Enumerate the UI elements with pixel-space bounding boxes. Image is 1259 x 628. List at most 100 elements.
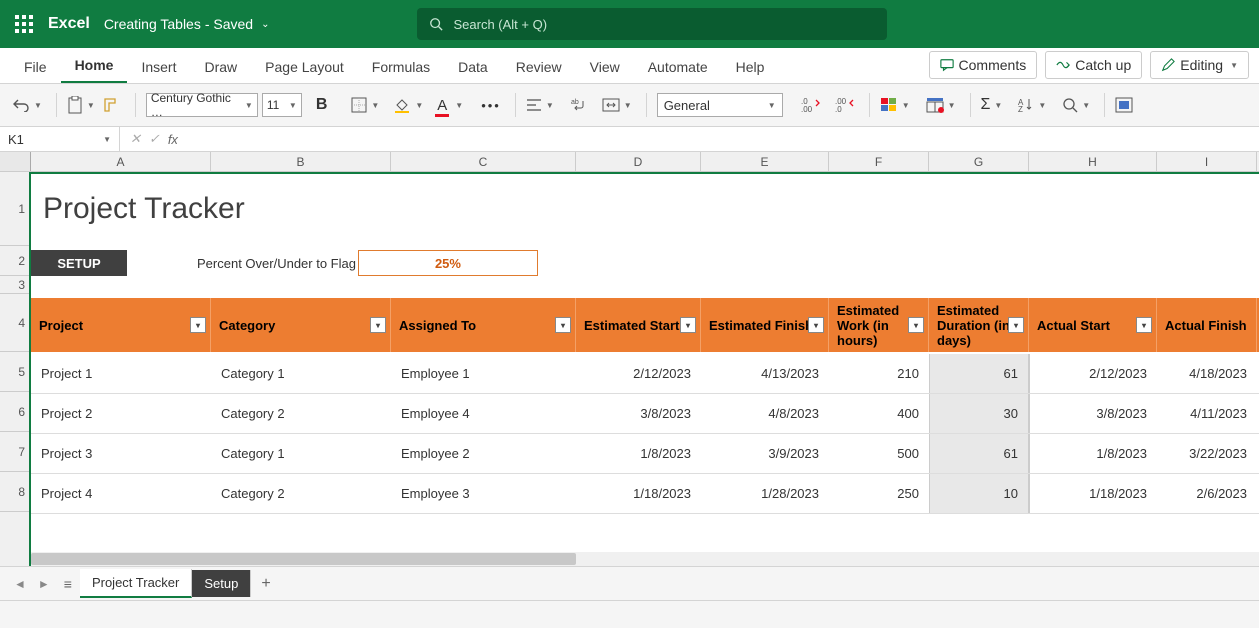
cell-est-duration[interactable]: 30 [929,394,1029,433]
filter-icon[interactable]: ▾ [908,317,924,333]
font-name-select[interactable]: Century Gothic …▼ [146,93,258,117]
col-header-g[interactable]: G [929,152,1029,171]
align-left-button[interactable]: ▼ [526,98,554,112]
tab-data[interactable]: Data [444,51,502,83]
cell-est-work[interactable]: 210 [829,354,929,393]
cell-act-start[interactable]: 1/18/2023 [1029,474,1157,513]
cell-est-duration[interactable]: 61 [929,434,1029,473]
cell-project[interactable]: Project 2 [31,394,211,433]
merge-button[interactable]: ▼ [602,98,632,112]
th-est-start[interactable]: Estimated Start▾ [576,298,701,352]
accept-formula-icon[interactable]: ✓ [149,131,160,147]
cell-assigned[interactable]: Employee 2 [391,434,576,473]
number-format-select[interactable]: General▼ [657,93,783,117]
col-header-d[interactable]: D [576,152,701,171]
more-font-button[interactable]: ••• [481,98,501,113]
row-header-7[interactable]: 7 [0,432,29,472]
all-sheets-icon[interactable]: ≡ [64,576,72,592]
prev-sheet-icon[interactable]: ◄ [8,573,32,595]
paste-button[interactable]: ▼ [67,96,95,114]
row-header-5[interactable]: 5 [0,352,29,392]
cell-act-finish[interactable]: 4/11/2023 [1157,394,1257,433]
th-assigned[interactable]: Assigned To▾ [391,298,576,352]
autosum-button[interactable]: Σ▼ [981,96,1003,114]
cell-project[interactable]: Project 4 [31,474,211,513]
fx-icon[interactable]: fx [168,132,178,147]
add-sheet-button[interactable]: + [251,571,280,597]
cell-act-finish[interactable]: 2/6/2023 [1157,474,1257,513]
row-header-2[interactable]: 2 [0,246,29,276]
th-est-work[interactable]: Estimated Work (in hours)▾ [829,298,929,352]
horizontal-scrollbar[interactable] [31,552,1259,566]
filter-icon[interactable]: ▾ [190,317,206,333]
cell-act-finish[interactable]: 4/18/2023 [1157,354,1257,393]
sheet-tab-setup[interactable]: Setup [192,570,251,597]
cell-est-finish[interactable]: 3/9/2023 [701,434,829,473]
borders-button[interactable]: ▼ [351,97,379,113]
cell-est-start[interactable]: 2/12/2023 [576,354,701,393]
search-box[interactable]: Search (Alt + Q) [417,8,887,40]
tab-draw[interactable]: Draw [190,51,251,83]
editing-mode-button[interactable]: Editing ▼ [1150,51,1249,79]
document-name[interactable]: Creating Tables [104,16,201,32]
col-header-e[interactable]: E [701,152,829,171]
cell-est-finish[interactable]: 1/28/2023 [701,474,829,513]
filter-icon[interactable]: ▾ [1136,317,1152,333]
setup-button[interactable]: SETUP [31,250,127,276]
cell-act-start[interactable]: 3/8/2023 [1029,394,1157,433]
col-header-i[interactable]: I [1157,152,1257,171]
cancel-formula-icon[interactable]: ✕ [130,131,141,147]
table-row[interactable]: Project 4Category 2Employee 31/18/20231/… [31,474,1259,514]
row-header-3[interactable]: 3 [0,276,29,294]
th-act-start[interactable]: Actual Start▾ [1029,298,1157,352]
th-act-finish[interactable]: Actual Finish [1157,298,1257,352]
cell-assigned[interactable]: Employee 3 [391,474,576,513]
font-size-select[interactable]: 11▼ [262,93,302,117]
addins-button[interactable] [1115,97,1133,113]
tab-view[interactable]: View [576,51,634,83]
col-header-f[interactable]: F [829,152,929,171]
app-launcher-icon[interactable] [0,0,48,48]
table-row[interactable]: Project 1Category 1Employee 12/12/20234/… [31,354,1259,394]
cell-assigned[interactable]: Employee 4 [391,394,576,433]
th-est-duration[interactable]: Estimated Duration (in days)▾ [929,298,1029,352]
cell-act-start[interactable]: 2/12/2023 [1029,354,1157,393]
increase-decimal-button[interactable]: .00.0 [835,97,855,113]
col-header-h[interactable]: H [1029,152,1157,171]
cell-act-start[interactable]: 1/8/2023 [1029,434,1157,473]
th-project[interactable]: Project▾ [31,298,211,352]
catch-up-button[interactable]: Catch up [1045,51,1142,79]
tab-help[interactable]: Help [722,51,779,83]
format-table-button[interactable]: ▼ [926,97,956,113]
cell-est-finish[interactable]: 4/13/2023 [701,354,829,393]
sort-filter-button[interactable]: AZ▼ [1018,97,1046,113]
cell-est-work[interactable]: 250 [829,474,929,513]
fill-color-button[interactable]: ▼ [393,97,423,113]
tab-automate[interactable]: Automate [634,51,722,83]
cell-category[interactable]: Category 1 [211,434,391,473]
wrap-text-button[interactable]: ab [570,97,586,113]
font-color-button[interactable]: A▼ [437,97,463,114]
decrease-decimal-button[interactable]: .0.00 [801,97,821,113]
sheet-title[interactable]: Project Tracker [31,174,1259,248]
format-painter-button[interactable] [103,97,121,113]
cell-est-duration[interactable]: 61 [929,354,1029,393]
filter-icon[interactable]: ▾ [555,317,571,333]
row-header-1[interactable]: 1 [0,172,29,246]
row-header-6[interactable]: 6 [0,392,29,432]
row-header-8[interactable]: 8 [0,472,29,512]
cell-est-work[interactable]: 500 [829,434,929,473]
filter-icon[interactable]: ▾ [680,317,696,333]
cell-est-start[interactable]: 3/8/2023 [576,394,701,433]
cell-est-work[interactable]: 400 [829,394,929,433]
conditional-formatting-button[interactable]: ▼ [880,97,910,113]
th-category[interactable]: Category▾ [211,298,391,352]
cell-project[interactable]: Project 3 [31,434,211,473]
bold-button[interactable]: B [316,96,328,114]
tab-insert[interactable]: Insert [127,51,190,83]
sheet-tab-project-tracker[interactable]: Project Tracker [80,569,192,598]
select-all-corner[interactable] [0,152,31,171]
cell-est-duration[interactable]: 10 [929,474,1029,513]
col-header-c[interactable]: C [391,152,576,171]
filter-icon[interactable]: ▾ [1008,317,1024,333]
